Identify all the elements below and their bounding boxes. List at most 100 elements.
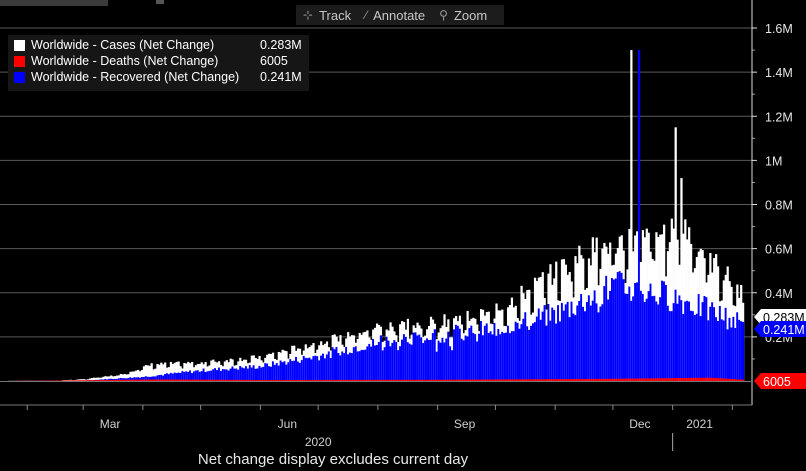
deaths-bar [456, 379, 460, 381]
recovered-bar [626, 293, 629, 381]
legend-item-recovered[interactable]: Worldwide - Recovered (Net Change) 0.241… [8, 69, 309, 85]
value-tag-label: 0.241M [763, 323, 805, 337]
deaths-bar [210, 379, 213, 381]
deaths-bar [239, 379, 242, 381]
deaths-bar [622, 378, 625, 381]
deaths-bar [742, 379, 745, 381]
recovered-bar [348, 352, 352, 381]
recovered-bar [670, 311, 673, 381]
deaths-bar [389, 379, 392, 381]
recovered-bar [572, 313, 575, 381]
recovered-bar [695, 313, 698, 381]
zoom-button[interactable]: ⚲ Zoom [432, 8, 494, 23]
deaths-bar [63, 380, 67, 381]
deaths-bar [555, 379, 558, 381]
x-tick-label: Dec [629, 417, 650, 431]
recovered-bar [732, 316, 735, 381]
recovered-bar [734, 327, 737, 381]
recovered-bar [466, 336, 469, 381]
deaths-bar [582, 378, 585, 381]
deaths-bar [626, 378, 629, 381]
recovered-bar [493, 323, 496, 381]
recovered-bar [483, 325, 487, 381]
recovered-bar [433, 329, 436, 381]
recovered-bar [680, 300, 683, 381]
deaths-bar [520, 379, 523, 381]
recovered-bar [460, 338, 463, 381]
x-tick-label: Jun [278, 417, 297, 431]
track-button[interactable]: ⊹ Track [296, 8, 358, 23]
recovered-bar [185, 371, 188, 381]
deaths-bar [58, 380, 61, 381]
deaths-bar [666, 378, 670, 381]
deaths-bar [67, 380, 70, 381]
recovered-bar [246, 368, 250, 381]
deaths-bar [568, 379, 571, 381]
recovered-bar [726, 329, 729, 381]
deaths-bar [108, 379, 111, 381]
recovered-bar [248, 365, 252, 381]
recovered-bar [709, 306, 712, 381]
legend-item-deaths[interactable]: Worldwide - Deaths (Net Change) 6005 [8, 53, 309, 69]
deaths-bar [381, 379, 384, 381]
deaths-bar [653, 378, 656, 381]
recovered-bar [499, 334, 502, 381]
annotate-button[interactable]: ⁄ Annotate [358, 8, 432, 23]
deaths-bar [445, 379, 448, 381]
deaths-bar [308, 379, 311, 381]
recovered-bar [722, 320, 725, 381]
deaths-bar [231, 379, 234, 381]
deaths-bar [543, 379, 546, 381]
recovered-bar [345, 346, 348, 381]
deaths-bar [248, 379, 252, 381]
deaths-bar [412, 379, 415, 381]
deaths-bar [191, 379, 194, 381]
recovered-bar [341, 351, 344, 381]
legend-value: 0.283M [260, 38, 302, 52]
recovered-bar [522, 318, 525, 381]
deaths-bar [499, 379, 502, 381]
deaths-bar [422, 379, 425, 381]
deaths-bar [206, 379, 209, 381]
recovered-bar [264, 363, 267, 381]
recovered-bar [506, 325, 510, 381]
deaths-bar [243, 379, 246, 381]
deaths-bar [483, 379, 487, 381]
deaths-bar [250, 379, 253, 381]
deaths-bar [260, 380, 263, 381]
recovered-bar [655, 301, 658, 381]
recovered-bar [601, 304, 604, 381]
recovered-bar [412, 332, 415, 381]
deaths-bar [476, 379, 479, 381]
recovered-bar [262, 366, 265, 381]
deaths-bar [131, 379, 134, 381]
deaths-bar [693, 377, 697, 381]
deaths-bar [609, 378, 612, 381]
recovered-bar [270, 366, 273, 381]
recovered-bar [580, 294, 583, 381]
deaths-bar [514, 379, 517, 381]
deaths-bar [179, 379, 182, 381]
deaths-bar [133, 379, 136, 381]
deaths-bar [189, 379, 192, 381]
deaths-bar [730, 378, 733, 381]
deaths-bar [187, 379, 190, 381]
recovered-bar [404, 336, 408, 381]
deaths-bar [358, 379, 361, 381]
recovered-bar [181, 371, 184, 381]
deaths-bar [495, 379, 498, 381]
recovered-bar [399, 346, 402, 381]
recovered-bar [356, 351, 359, 381]
footer-note: Net change display excludes current day [197, 451, 469, 468]
recovered-bar [374, 345, 377, 381]
recovered-bar [235, 368, 238, 381]
legend-item-cases[interactable]: Worldwide - Cases (Net Change) 0.283M [8, 37, 309, 53]
deaths-bar [106, 380, 109, 381]
deaths-bar [605, 378, 608, 381]
deaths-bar [375, 379, 379, 381]
recovered-bar [198, 371, 201, 381]
deaths-bar [734, 379, 737, 381]
recovered-bar [304, 357, 307, 381]
legend-label: Worldwide - Cases (Net Change) [31, 38, 215, 52]
zoom-label: Zoom [453, 7, 488, 23]
